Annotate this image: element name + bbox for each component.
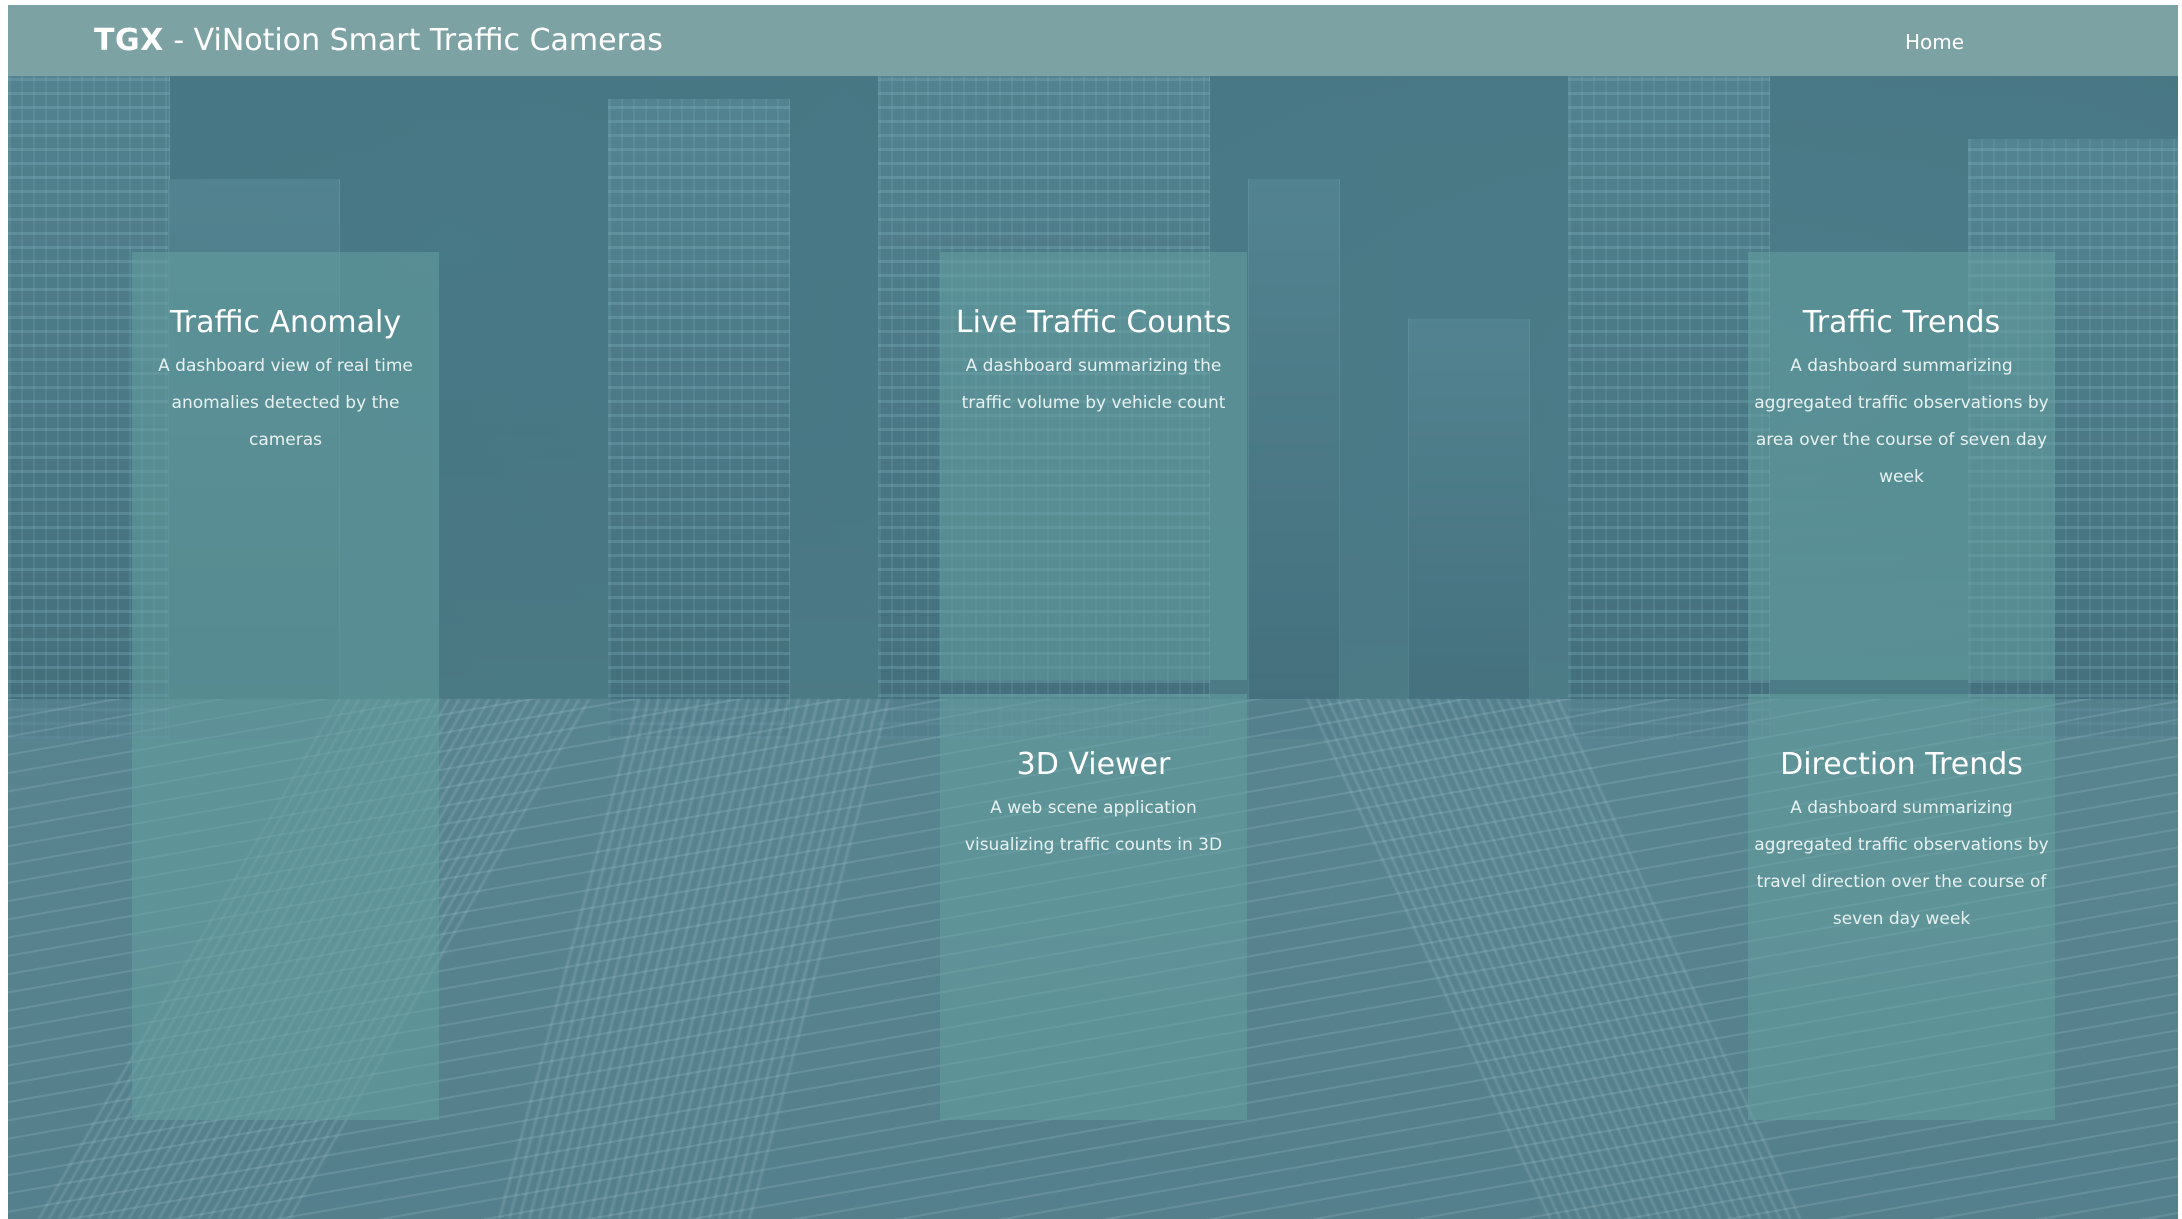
card-title: Live Traffic Counts [955, 305, 1232, 340]
card-live-traffic-counts[interactable]: Live Traffic Counts A dashboard summariz… [940, 252, 1247, 680]
card-description: A dashboard summarizing aggregated traff… [1754, 356, 2049, 487]
card-traffic-anomaly[interactable]: Traffic Anomaly A dashboard view of real… [132, 252, 439, 1120]
brand-title[interactable]: TGX - ViNotion Smart Traffic Cameras [94, 21, 663, 61]
brand-subtitle: - ViNotion Smart Traffic Cameras [163, 23, 663, 58]
card-title: Direction Trends [1780, 747, 2023, 782]
card-title: Traffic Anomaly [169, 305, 402, 340]
card-title: 3D Viewer [1016, 747, 1171, 782]
app-frame: TGX - ViNotion Smart Traffic Cameras Hom… [8, 5, 2178, 1219]
card-description: A web scene application visualizing traf… [964, 798, 1223, 855]
card-title: Traffic Trends [1802, 305, 2001, 340]
card-direction-trends[interactable]: Direction Trends A dashboard summarizing… [1748, 694, 2055, 1120]
nav-home-link[interactable]: Home [1905, 29, 1964, 55]
top-navbar: TGX - ViNotion Smart Traffic Cameras Hom… [8, 5, 2178, 76]
card-3d-viewer[interactable]: 3D Viewer A web scene application visual… [940, 694, 1247, 1120]
card-description: A dashboard view of real time anomalies … [158, 356, 413, 450]
card-traffic-trends[interactable]: Traffic Trends A dashboard summarizing a… [1748, 252, 2055, 680]
card-description: A dashboard summarizing the traffic volu… [961, 356, 1226, 413]
brand-logo-text: TGX [94, 23, 164, 58]
card-description: A dashboard summarizing aggregated traff… [1754, 798, 2049, 929]
